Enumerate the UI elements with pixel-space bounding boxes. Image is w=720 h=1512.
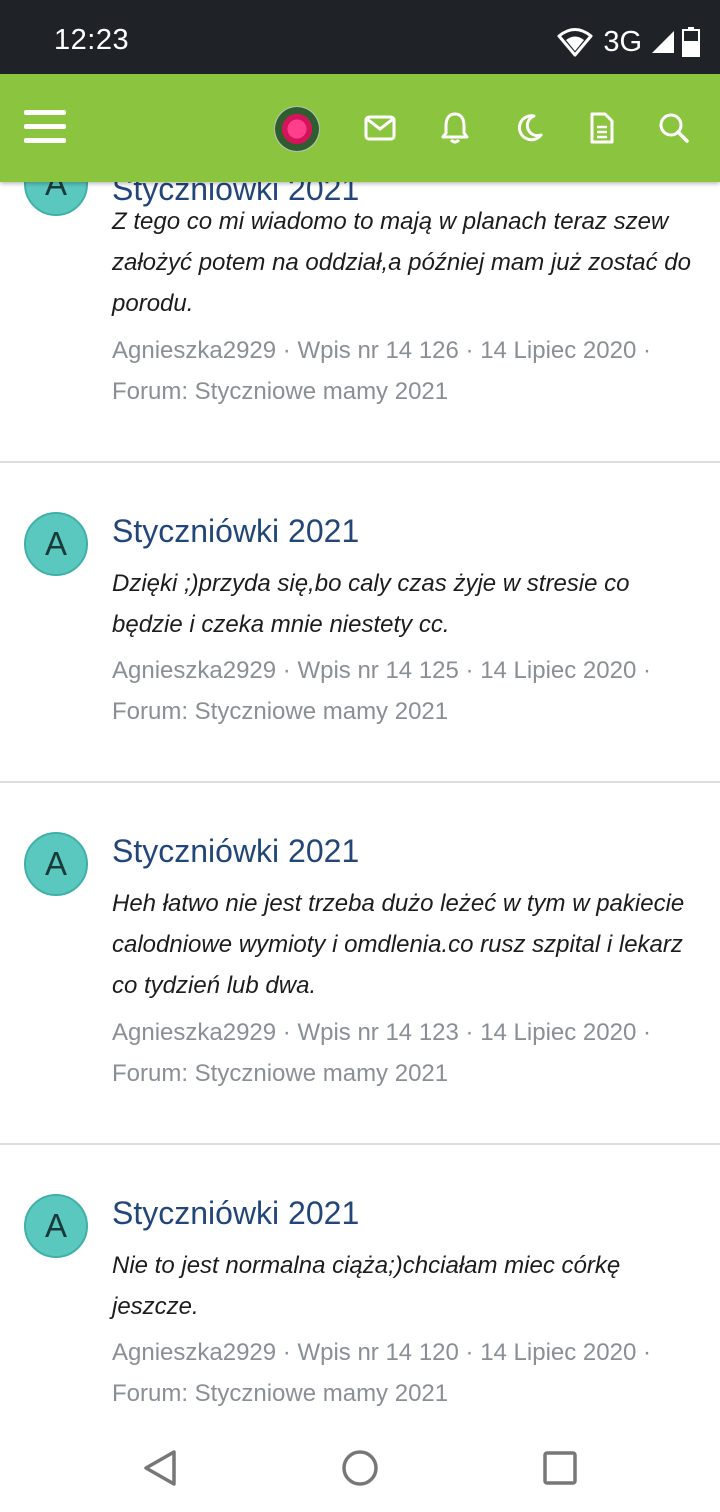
document-icon[interactable] [584,108,620,148]
user-avatar[interactable] [274,106,320,152]
post-meta-line: Agnieszka2929 · Wpis nr 14 126 · 14 Lipi… [112,337,651,364]
mail-icon[interactable] [362,108,398,148]
avatar[interactable]: A [24,182,88,216]
network-type: 3G [603,25,642,58]
battery-icon [682,27,700,57]
post-forum-line: Forum: Styczniowe mamy 2021 [112,1060,449,1087]
post-meta-line: Agnieszka2929 · Wpis nr 14 123 · 14 Lipi… [112,1019,651,1046]
post-title[interactable]: Styczniówki 2021 [112,513,359,550]
avatar[interactable]: A [24,832,88,896]
divider [0,781,720,783]
post-forum-line: Forum: Styczniowe mamy 2021 [112,1380,449,1407]
divider [0,1143,720,1145]
avatar[interactable]: A [24,1194,88,1258]
post-title[interactable]: Styczniówki 2021 [112,833,359,870]
wifi-icon [557,28,593,57]
moon-icon[interactable] [511,108,547,148]
post-text: Nie to jest normalna ciąża;)chciałam mie… [112,1252,621,1320]
avatar[interactable]: A [24,512,88,576]
post-list: A Styczniówki 2021 Z tego co mi wiadomo … [0,182,720,1428]
signal-icon [652,31,674,53]
post-text: Z tego co mi wiadomo to mają w planach t… [112,208,691,317]
post-title[interactable]: Styczniówki 2021 [112,1195,359,1232]
status-bar: 12:23 3G [0,0,720,74]
post-text: Dzięki ;)przyda się,bo caly czas żyje w … [112,570,630,638]
search-icon[interactable] [656,108,692,148]
post-meta-line: Agnieszka2929 · Wpis nr 14 125 · 14 Lipi… [112,657,651,684]
post-text: Heh łatwo nie jest trzeba dużo leżeć w t… [112,890,685,999]
bell-icon[interactable] [437,108,473,148]
recents-icon[interactable] [536,1444,584,1492]
menu-icon[interactable] [24,110,66,146]
divider [0,461,720,463]
post-forum-line: Forum: Styczniowe mamy 2021 [112,378,449,405]
status-time: 12:23 [54,24,130,56]
status-icons: 3G [557,24,700,60]
back-icon[interactable] [136,1444,184,1492]
navigation-bar [0,1428,720,1512]
app-header [0,74,720,182]
home-icon[interactable] [336,1444,384,1492]
post-forum-line: Forum: Styczniowe mamy 2021 [112,698,449,725]
post-meta-line: Agnieszka2929 · Wpis nr 14 120 · 14 Lipi… [112,1339,651,1366]
